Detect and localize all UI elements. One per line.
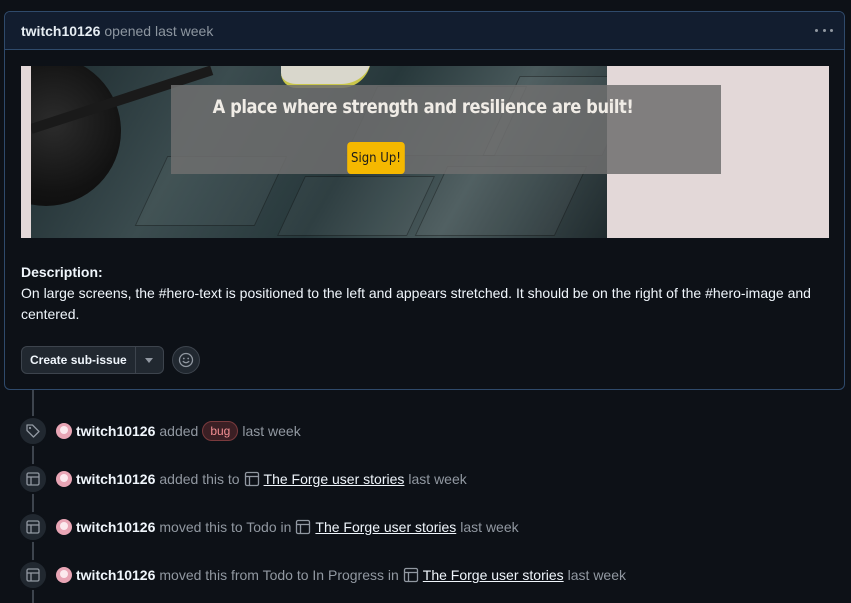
- comment-header: twitch10126 opened last week: [5, 12, 844, 50]
- comment-author[interactable]: twitch10126: [21, 23, 100, 39]
- bug-label[interactable]: bug: [202, 421, 239, 441]
- event-actor[interactable]: twitch10126: [76, 423, 155, 439]
- project-link[interactable]: The Forge user stories: [264, 471, 405, 487]
- project-table-icon: [18, 560, 48, 590]
- timeline-event: twitch10126 moved this from Todo to In P…: [18, 560, 626, 590]
- avatar[interactable]: [56, 567, 72, 583]
- avatar[interactable]: [56, 519, 72, 535]
- event-text: moved this to Todo in: [159, 519, 292, 535]
- event-time[interactable]: last week: [568, 567, 626, 583]
- timeline-event: twitch10126 added bug last week: [18, 416, 301, 446]
- avatar[interactable]: [56, 423, 72, 439]
- create-sub-issue-group: Create sub-issue: [21, 346, 164, 374]
- project-table-icon: [244, 471, 260, 487]
- event-time[interactable]: last week: [460, 519, 518, 535]
- event-actor[interactable]: twitch10126: [76, 471, 155, 487]
- description-title: Description:: [21, 264, 103, 280]
- weight-plate: [31, 66, 121, 206]
- timeline-event: twitch10126 added this to The Forge user…: [18, 464, 467, 494]
- comment-meta[interactable]: opened last week: [104, 23, 213, 39]
- project-link[interactable]: The Forge user stories: [315, 519, 456, 535]
- event-text: added: [159, 423, 199, 439]
- hero-screenshot-image: A place where strength and resilience ar…: [21, 66, 829, 238]
- event-text: moved this from Todo to In Progress in: [159, 567, 399, 583]
- more-options-icon[interactable]: [814, 21, 834, 39]
- sub-issue-dropdown-button[interactable]: [136, 347, 163, 373]
- description-body: On large screens, the #hero-text is posi…: [21, 285, 811, 322]
- hero-headline: A place where strength and resilience ar…: [212, 96, 634, 118]
- timeline-event: twitch10126 moved this to Todo in The Fo…: [18, 512, 519, 542]
- project-table-icon: [18, 464, 48, 494]
- create-sub-issue-button[interactable]: Create sub-issue: [22, 347, 136, 373]
- project-table-icon: [403, 567, 419, 583]
- chevron-down-icon: [145, 357, 154, 363]
- event-text: added this to: [159, 471, 240, 487]
- smiley-icon: [178, 352, 193, 368]
- project-link[interactable]: The Forge user stories: [423, 567, 564, 583]
- issue-comment-card: twitch10126 opened last week A place whe…: [4, 11, 845, 390]
- event-time[interactable]: last week: [408, 471, 466, 487]
- event-actor[interactable]: twitch10126: [76, 567, 155, 583]
- tag-icon: [18, 416, 48, 446]
- comment-actions: Create sub-issue: [21, 346, 200, 374]
- event-actor[interactable]: twitch10126: [76, 519, 155, 535]
- project-table-icon: [18, 512, 48, 542]
- issue-description: Description: On large screens, the #hero…: [21, 262, 831, 325]
- event-time[interactable]: last week: [242, 423, 300, 439]
- project-table-icon: [295, 519, 311, 535]
- avatar[interactable]: [56, 471, 72, 487]
- signup-button: Sign Up!: [347, 142, 405, 174]
- add-reaction-button[interactable]: [171, 346, 200, 374]
